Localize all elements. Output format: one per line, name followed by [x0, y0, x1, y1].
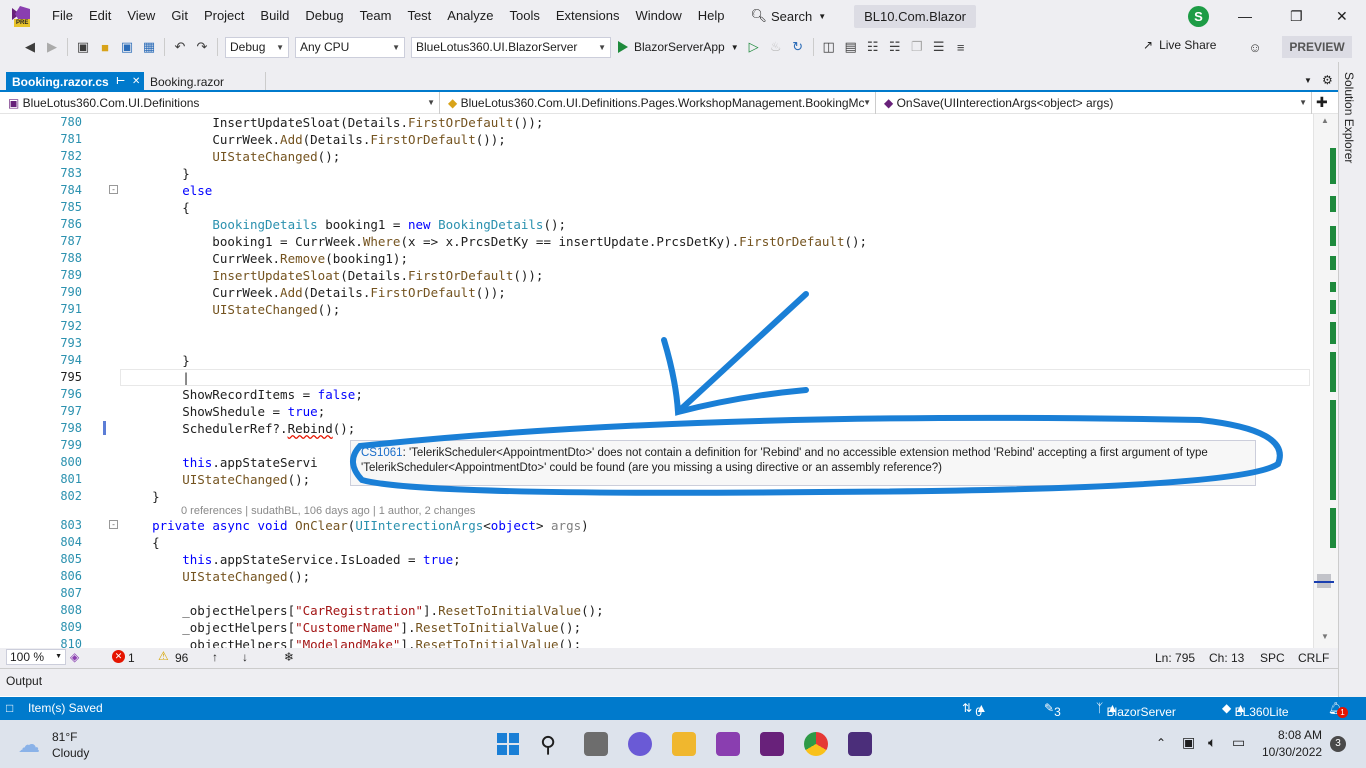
- zoom-select[interactable]: 100 % ▼: [6, 649, 66, 665]
- error-count: 1: [128, 651, 135, 665]
- repository-button[interactable]: ◆ BL360Lite ▲: [1222, 701, 1289, 719]
- teams-chat-icon[interactable]: [628, 732, 652, 756]
- chevron-up-icon[interactable]: ⌃: [1156, 736, 1166, 750]
- change-indicator: [1330, 256, 1336, 270]
- editor-status-strip: 100 % ▼ ◈ ✕ 1 ⚠ 96 ↑ ↓ ❄ Ln: 795 Ch: 13 …: [0, 648, 1338, 668]
- search-icon[interactable]: ⚲: [540, 732, 564, 757]
- clock-time[interactable]: 8:08 AM: [1278, 728, 1322, 742]
- next-issue-icon[interactable]: ↓: [242, 650, 248, 664]
- error-icon[interactable]: ✕: [112, 650, 125, 663]
- volume-icon[interactable]: 🔈︎: [1208, 734, 1216, 751]
- column-number: Ch: 13: [1209, 651, 1245, 665]
- chrome-icon[interactable]: [804, 732, 828, 756]
- weather-temperature: 81°F: [52, 730, 78, 744]
- annotation-circle: [350, 414, 1283, 496]
- windows-taskbar: ☁ 81°F Cloudy ⚲ ⌃ ▣ 🔈︎ ▭ 8:08 AM 10/30/2…: [0, 720, 1366, 768]
- chevron-up-icon[interactable]: ▲: [1321, 116, 1329, 125]
- change-indicator: [1330, 148, 1336, 184]
- notification-badge: 1: [1337, 707, 1348, 718]
- line-number: Ln: 795: [1155, 651, 1196, 665]
- status-icon: □: [6, 701, 14, 715]
- change-indicator: [1330, 322, 1336, 344]
- zoom-value: 100 %: [10, 650, 45, 664]
- output-panel-tab[interactable]: Output: [0, 668, 1338, 696]
- task-view-icon[interactable]: [584, 732, 608, 756]
- warning-icon[interactable]: ⚠: [158, 649, 169, 663]
- previous-issue-icon[interactable]: ↑: [212, 650, 218, 664]
- start-button[interactable]: [496, 732, 520, 756]
- terminal-icon[interactable]: [848, 732, 872, 756]
- warning-count: 96: [175, 651, 189, 665]
- notification-count-badge[interactable]: 3: [1330, 736, 1346, 752]
- visual-studio-icon[interactable]: [716, 732, 740, 756]
- change-indicator: [1330, 300, 1336, 314]
- git-changes-button[interactable]: ⇅ 0 / 0 ▲: [962, 701, 987, 747]
- file-explorer-icon[interactable]: [672, 732, 696, 756]
- line-ending[interactable]: CRLF: [1298, 651, 1329, 665]
- whitespace-mode[interactable]: SPC: [1260, 651, 1285, 665]
- change-indicator: [1330, 196, 1336, 212]
- change-indicator: [1330, 226, 1336, 246]
- code-cleanup-icon[interactable]: ❄: [284, 650, 294, 664]
- branch-button[interactable]: ᛉ BlazorServer ▲: [1096, 701, 1176, 719]
- visual-studio-preview-icon[interactable]: [760, 732, 784, 756]
- weather-condition: Cloudy: [52, 746, 90, 760]
- battery-icon[interactable]: ▭: [1232, 734, 1245, 751]
- clock-date[interactable]: 10/30/2022: [1262, 745, 1322, 759]
- change-indicator: [1330, 282, 1336, 292]
- pencil-icon[interactable]: ✎ 3: [1044, 701, 1061, 719]
- change-indicator: [1330, 508, 1336, 548]
- status-message: Item(s) Saved: [28, 701, 103, 715]
- solution-explorer-tab[interactable]: Solution Explorer: [1342, 72, 1356, 163]
- chevron-down-icon: ▼: [55, 653, 62, 660]
- output-label: Output: [6, 674, 43, 688]
- status-bar: □ Item(s) Saved ⇅ 0 / 0 ▲ ✎ 3 ᛉ BlazorSe…: [0, 697, 1366, 747]
- weather-cloud-icon[interactable]: ☁: [18, 732, 40, 758]
- caret-position-marker: [1314, 581, 1334, 583]
- chevron-down-icon[interactable]: ▼: [1321, 632, 1329, 641]
- change-indicator: [1330, 400, 1336, 500]
- change-indicator: [1330, 352, 1336, 392]
- intellicode-icon[interactable]: ◈: [70, 650, 79, 664]
- network-icon[interactable]: ▣: [1182, 734, 1195, 751]
